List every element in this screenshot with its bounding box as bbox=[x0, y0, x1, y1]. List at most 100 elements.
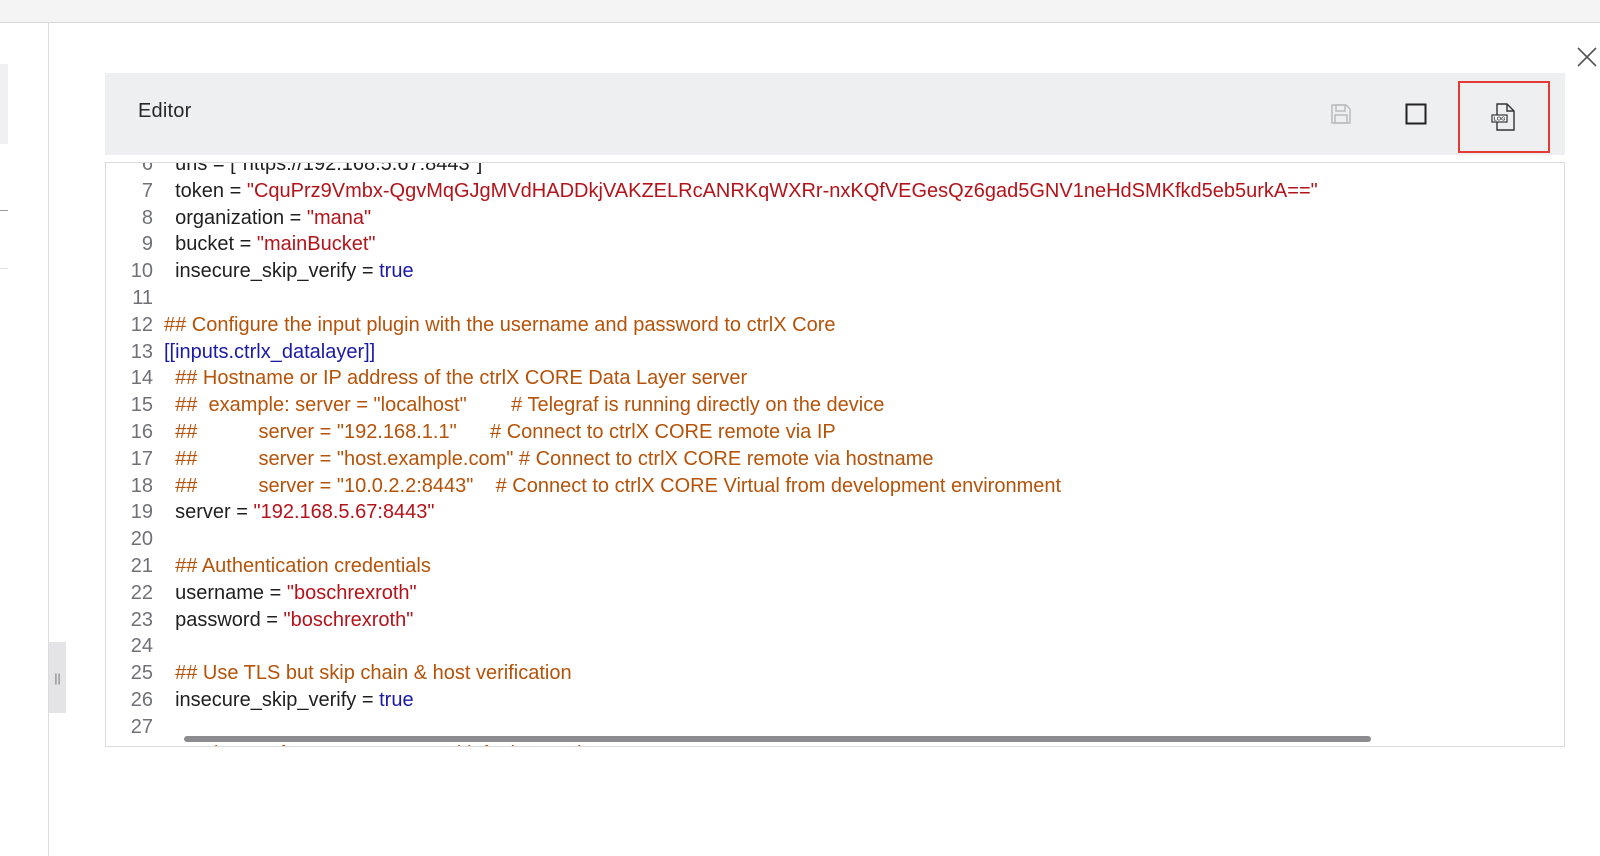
line-number: 25 bbox=[130, 662, 153, 685]
code-token-plain: insecure_skip_verify = bbox=[164, 688, 380, 711]
code-line[interactable]: 9 bucket = "mainBucket" bbox=[106, 231, 1564, 258]
line-number: 19 bbox=[130, 501, 153, 524]
maximize-icon bbox=[1405, 103, 1427, 125]
horizontal-scrollbar[interactable] bbox=[184, 736, 1371, 742]
code-token-plain: urls = ["https://192.168.5.67:8443"] bbox=[164, 162, 483, 175]
line-number: 27 bbox=[130, 715, 153, 738]
code-line[interactable]: 7 token = "CquPrz9Vmbx-QgvMqGJgMVdHADDkj… bbox=[106, 178, 1564, 205]
resize-grip-icon: || bbox=[54, 670, 61, 685]
line-text: ## Authentication credentials bbox=[164, 553, 431, 580]
line-number: 18 bbox=[130, 474, 153, 497]
line-text: ## Configure the input plugin with the u… bbox=[164, 312, 836, 339]
code-line[interactable]: 15 ## example: server = "localhost" # Te… bbox=[106, 392, 1564, 419]
code-line[interactable]: 26 insecure_skip_verify = true bbox=[106, 687, 1564, 714]
line-text: [[inputs.ctrlx_datalayer]] bbox=[164, 339, 375, 366]
close-button[interactable] bbox=[1576, 46, 1598, 68]
code-line[interactable]: 25 ## Use TLS but skip chain & host veri… bbox=[106, 660, 1564, 687]
side-panel-divider bbox=[0, 268, 8, 269]
line-number: 7 bbox=[141, 179, 153, 202]
line-number: 6 bbox=[141, 162, 153, 175]
save-button[interactable] bbox=[1327, 100, 1355, 128]
code-line[interactable]: 18 ## server = "10.0.2.2:8443" # Connect… bbox=[106, 473, 1564, 500]
code-token-plain: username = bbox=[164, 581, 287, 604]
line-number: 14 bbox=[130, 367, 153, 390]
line-text: ## server = "10.0.2.2:8443" # Connect to… bbox=[164, 473, 1061, 500]
code-editor[interactable]: 6 urls = ["https://192.168.5.67:8443"] 7 … bbox=[105, 162, 1565, 747]
line-text: ## server = "192.168.1.1" # Connect to c… bbox=[164, 419, 836, 446]
line-number: 23 bbox=[130, 608, 153, 631]
code-token-plain: token = bbox=[164, 179, 247, 202]
line-text: token = "CquPrz9Vmbx-QgvMqGJgMVdHADDkjVA… bbox=[164, 178, 1318, 205]
log-file-icon: LOG bbox=[1491, 103, 1515, 131]
code-line[interactable]: 21 ## Authentication credentials bbox=[106, 553, 1564, 580]
line-text: ## Use TLS but skip chain & host verific… bbox=[164, 660, 572, 687]
log-icon-label: LOG bbox=[1494, 117, 1506, 123]
code-line[interactable]: 17 ## server = "host.example.com" # Conn… bbox=[106, 446, 1564, 473]
code-token-plain: password = bbox=[164, 608, 284, 631]
line-number: 26 bbox=[130, 688, 153, 711]
code-line[interactable]: 23 password = "boschrexroth" bbox=[106, 607, 1564, 634]
line-number: 20 bbox=[130, 528, 153, 551]
line-number: 28 bbox=[106, 741, 153, 746]
line-text: insecure_skip_verify = true bbox=[164, 258, 414, 285]
line-text: organization = "mana" bbox=[164, 205, 371, 232]
maximize-button[interactable] bbox=[1402, 100, 1430, 128]
line-text: urls = ["https://192.168.5.67:8443"] bbox=[164, 162, 483, 178]
code-token-comment: ## example: server = "localhost" # Teleg… bbox=[164, 394, 885, 417]
line-text: password = "boschrexroth" bbox=[164, 607, 413, 634]
line-number: 24 bbox=[130, 635, 153, 658]
side-panel-divider bbox=[0, 210, 8, 211]
line-number: 16 bbox=[130, 420, 153, 443]
code-token-comment: ## Hostname or IP address of the ctrlX C… bbox=[164, 367, 748, 390]
code-token-comment: ## server = "10.0.2.2:8443" # Connect to… bbox=[164, 474, 1062, 497]
line-text: ## example: server = "localhost" # Teleg… bbox=[164, 392, 884, 419]
line-text: insecure_skip_verify = true bbox=[164, 687, 413, 714]
code-token-section: [[inputs.ctrlx_datalayer]] bbox=[164, 340, 376, 363]
code-line[interactable]: 13 [[inputs.ctrlx_datalayer]] bbox=[106, 339, 1564, 366]
line-number: 11 bbox=[132, 286, 153, 309]
line-text: server = "192.168.5.67:8443" bbox=[164, 499, 435, 526]
close-icon bbox=[1577, 47, 1597, 67]
side-panel-edge bbox=[0, 64, 8, 144]
code-line[interactable]: 11 bbox=[106, 285, 1564, 312]
code-line[interactable]: 22 username = "boschrexroth" bbox=[106, 580, 1564, 607]
code-line[interactable]: 24 bbox=[106, 633, 1564, 660]
code-token-plain: insecure_skip_verify = bbox=[164, 260, 380, 283]
line-number: 12 bbox=[130, 313, 153, 336]
code-line[interactable]: 16 ## server = "192.168.1.1" # Connect t… bbox=[106, 419, 1564, 446]
line-number: 15 bbox=[130, 394, 153, 417]
top-bar bbox=[0, 0, 1600, 23]
code-token-string: "192.168.5.67:8443" bbox=[253, 501, 435, 524]
line-number: 8 bbox=[141, 206, 153, 229]
code-token-string: "boschrexroth" bbox=[283, 608, 414, 631]
code-token-string: "boschrexroth" bbox=[286, 581, 417, 604]
code-line[interactable]: 20 bbox=[106, 526, 1564, 553]
code-token-plain: organization = bbox=[164, 206, 307, 229]
line-number: 17 bbox=[130, 447, 153, 470]
panel-divider bbox=[48, 22, 49, 856]
code-token-string: "CquPrz9Vmbx-QgvMqGJgMVdHADDkjVAKZELRcAN… bbox=[246, 179, 1318, 202]
editor-title: Editor bbox=[138, 100, 192, 122]
code-token-plain: server = bbox=[164, 501, 254, 524]
resize-handle[interactable]: || bbox=[49, 642, 66, 713]
line-number: 9 bbox=[141, 233, 153, 256]
code-token-comment: ## Use TLS but skip chain & host verific… bbox=[164, 662, 572, 685]
line-text: bucket = "mainBucket" bbox=[164, 231, 376, 258]
code-token-string: "mainBucket" bbox=[256, 233, 376, 256]
code-line[interactable]: 6 urls = ["https://192.168.5.67:8443"] bbox=[106, 162, 1564, 178]
code-line[interactable]: 12 ## Configure the input plugin with the… bbox=[106, 312, 1564, 339]
code-lines: 6 urls = ["https://192.168.5.67:8443"] 7 … bbox=[106, 162, 1564, 746]
code-token-bool: true bbox=[379, 260, 414, 283]
line-number: 13 bbox=[130, 340, 153, 363]
code-token-comment: ## Authentication credentials bbox=[164, 554, 431, 577]
code-token-string: "mana" bbox=[306, 206, 372, 229]
code-line[interactable]: 10 insecure_skip_verify = true bbox=[106, 258, 1564, 285]
log-button[interactable]: LOG bbox=[1458, 81, 1550, 153]
line-number: 21 bbox=[130, 554, 153, 577]
code-line[interactable]: 14 ## Hostname or IP address of the ctrl… bbox=[106, 365, 1564, 392]
line-text: ## Hostname or IP address of the ctrlX C… bbox=[164, 365, 747, 392]
code-line[interactable]: 8 organization = "mana" bbox=[106, 205, 1564, 232]
code-line[interactable]: 19 server = "192.168.5.67:8443" bbox=[106, 499, 1564, 526]
line-number: 10 bbox=[130, 260, 153, 283]
code-token-comment: ## Timeout for HTTP requests. (default: … bbox=[164, 743, 585, 746]
